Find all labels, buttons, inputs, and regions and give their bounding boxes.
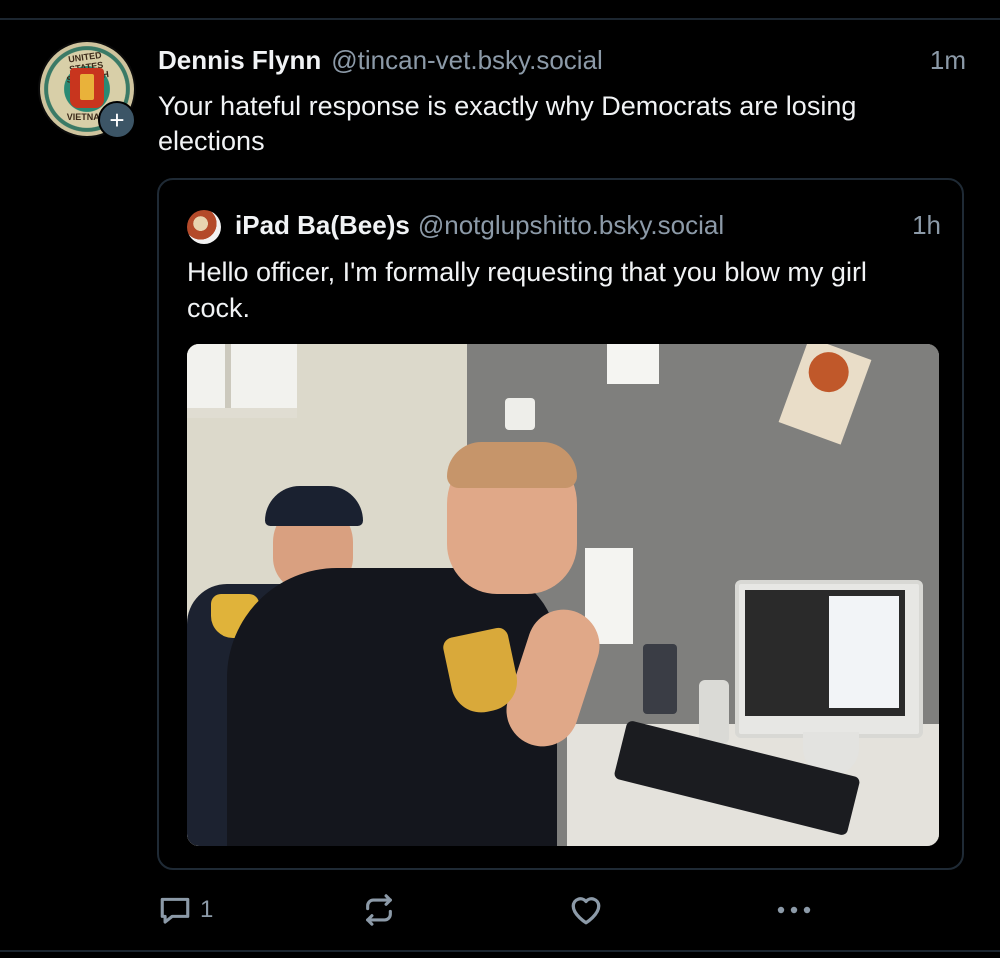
image-officer-hair <box>447 442 577 488</box>
post-header: Dennis Flynn @tincan-vet.bsky.social 1m <box>158 45 968 81</box>
quoted-post-header: iPad Ba(Bee)s @notglupshitto.bsky.social … <box>235 210 941 241</box>
plus-icon: + <box>109 105 125 135</box>
quoted-post-card[interactable]: iPad Ba(Bee)s @notglupshitto.bsky.social … <box>157 178 964 870</box>
like-button[interactable] <box>568 890 604 930</box>
reply-count: 1 <box>200 896 214 923</box>
quoted-author-avatar <box>187 210 221 244</box>
post-timestamp[interactable]: 1m <box>930 45 966 76</box>
image-pen-cup <box>643 644 677 714</box>
avatar-seal-emblem <box>70 68 104 108</box>
quoted-post-text: Hello officer, I'm formally requesting t… <box>187 257 867 323</box>
author-name[interactable]: Dennis Flynn <box>158 45 321 75</box>
image-speaker <box>699 680 729 744</box>
quoted-post-image[interactable] <box>187 344 939 846</box>
repost-button[interactable] <box>362 890 396 930</box>
quoted-post-timestamp: 1h <box>912 210 941 240</box>
quoted-author-name: iPad Ba(Bee)s <box>235 210 410 240</box>
post-text: Your hateful response is exactly why Dem… <box>158 91 857 156</box>
heart-icon <box>571 897 601 925</box>
repost-icon <box>366 894 392 926</box>
follow-button[interactable]: + <box>98 101 136 139</box>
post-action-bar: 1 <box>158 890 818 930</box>
image-pinned-paper <box>607 344 659 384</box>
image-pinned-note <box>505 398 535 430</box>
bottom-divider <box>0 950 1000 952</box>
reply-icon <box>160 897 190 924</box>
top-divider <box>0 18 1000 20</box>
author-handle[interactable]: @tincan-vet.bsky.social <box>331 45 603 75</box>
reply-button[interactable]: 1 <box>158 890 213 930</box>
image-monitor-screen <box>745 590 905 716</box>
image-officer-cap <box>265 486 363 526</box>
image-window-blinds <box>187 344 297 418</box>
quoted-author-handle: @notglupshitto.bsky.social <box>417 210 725 240</box>
more-options-button[interactable] <box>774 890 814 930</box>
more-options-icon <box>777 906 811 914</box>
